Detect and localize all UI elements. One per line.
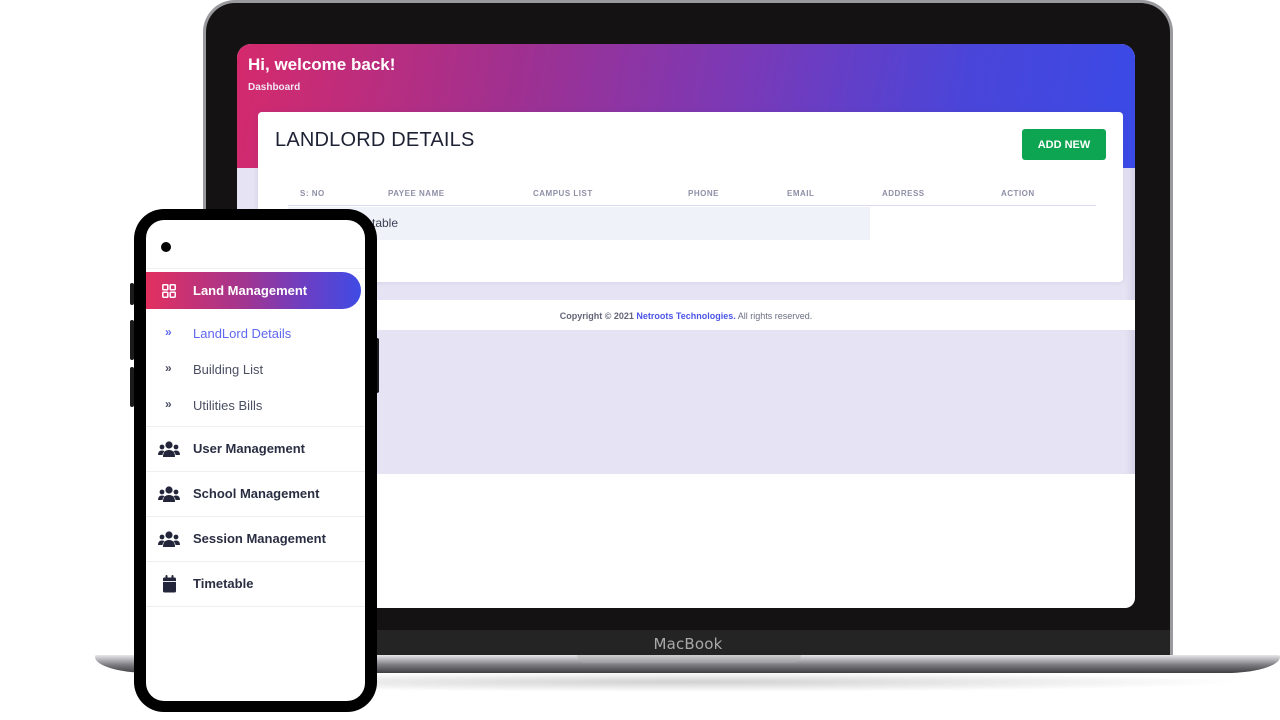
calendar-icon: [163, 575, 176, 593]
column-header-address[interactable]: ADDRESS: [882, 189, 925, 198]
sidebar-subitem-utilities-bills[interactable]: » Utilities Bills: [146, 391, 365, 421]
sidebar-item-label: Session Management: [193, 531, 326, 546]
sidebar-subitem-label: Utilities Bills: [193, 398, 263, 413]
users-icon: [158, 441, 180, 457]
breadcrumb-dashboard[interactable]: Dashboard: [248, 82, 300, 93]
sidebar-item-label: User Management: [193, 441, 305, 456]
grid-icon: [162, 284, 176, 298]
column-header-email[interactable]: EMAIL: [787, 189, 814, 198]
double-chevron-right-icon: »: [165, 397, 172, 411]
divider: [146, 268, 365, 269]
double-chevron-right-icon: »: [165, 361, 172, 375]
sidebar-subitem-building-list[interactable]: » Building List: [146, 355, 365, 385]
sidebar-item-school-management[interactable]: School Management: [146, 471, 365, 516]
sidebar-item-label: School Management: [193, 486, 320, 501]
laptop-notch: [577, 655, 801, 663]
phone-frame: Land Management » LandLord Details » Bui…: [134, 209, 377, 712]
table-header: S: NO PAYEE NAME CAMPUS LIST PHONE EMAIL…: [288, 186, 1096, 206]
phone-screen: Land Management » LandLord Details » Bui…: [146, 220, 365, 701]
column-header-sno[interactable]: S: NO: [300, 189, 325, 198]
column-header-campus[interactable]: CAMPUS LIST: [533, 189, 593, 198]
empty-table-message: table: [372, 216, 399, 230]
welcome-title: Hi, welcome back!: [248, 55, 396, 74]
page-title: LANDLORD DETAILS: [275, 129, 475, 151]
sidebar-item-label: Timetable: [193, 576, 254, 591]
landlord-details-card: LANDLORD DETAILS ADD NEW S: NO PAYEE NAM…: [258, 112, 1123, 282]
sidebar-item-session-management[interactable]: Session Management: [146, 516, 365, 561]
divider: [146, 606, 365, 607]
sidebar-subitem-landlord-details[interactable]: » LandLord Details: [146, 319, 365, 349]
sidebar-subitem-label: LandLord Details: [193, 326, 292, 341]
column-header-phone[interactable]: PHONE: [688, 189, 719, 198]
column-header-action[interactable]: ACTION: [1001, 189, 1035, 198]
sidebar-subitem-label: Building List: [193, 362, 264, 377]
column-header-payee[interactable]: PAYEE NAME: [388, 189, 445, 198]
front-camera: [161, 242, 171, 252]
sidebar-item-label: Land Management: [193, 283, 308, 298]
sidebar-item-timetable[interactable]: Timetable: [146, 561, 365, 606]
footer-copyright: Copyright © 2021: [559, 311, 634, 321]
users-icon: [158, 486, 180, 502]
users-icon: [158, 531, 180, 547]
add-new-button[interactable]: ADD NEW: [1022, 129, 1106, 160]
sidebar-item-land-management[interactable]: Land Management: [146, 272, 361, 309]
sidebar-item-user-management[interactable]: User Management: [146, 426, 365, 471]
footer-brand-link[interactable]: Netroots Technologies.: [636, 311, 735, 321]
double-chevron-right-icon: »: [165, 325, 172, 339]
footer-rights: All rights reserved.: [737, 311, 813, 321]
